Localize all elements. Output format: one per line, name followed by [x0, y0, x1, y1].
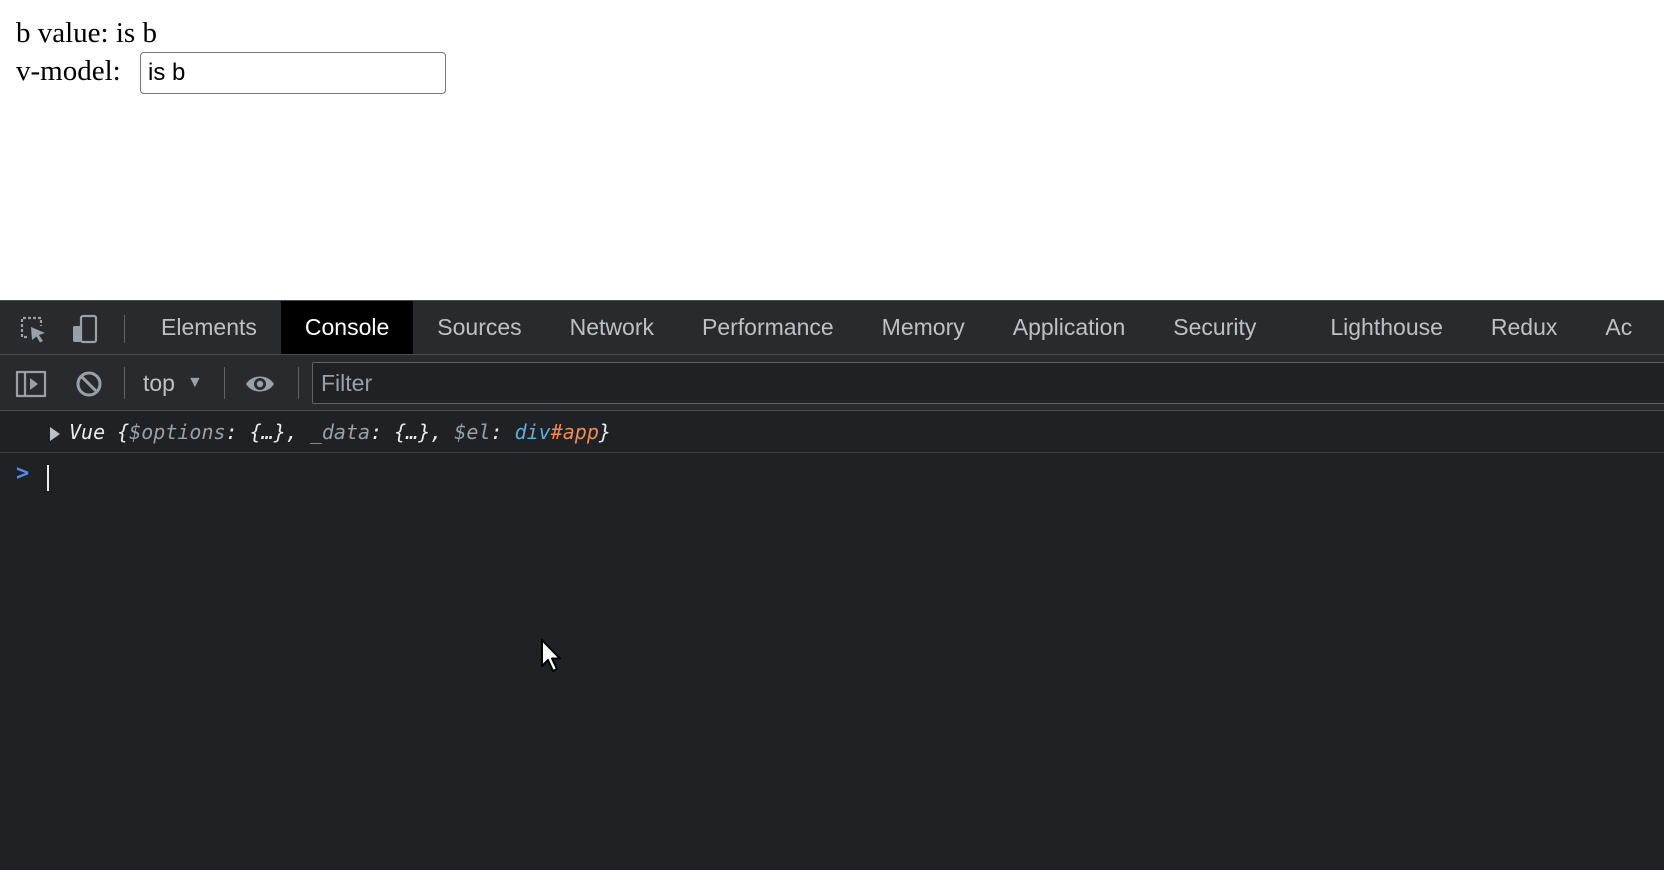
log-brace-open: {: [117, 420, 130, 444]
toolbar-divider: [124, 367, 125, 399]
devtools-tabs: Elements Console Sources Network Perform…: [137, 301, 1656, 354]
log-element-tag[interactable]: div: [515, 420, 551, 444]
log-key-el: $el: [454, 420, 491, 444]
console-log-entry[interactable]: Vue {$options: {…}, _data: {…}, $el: div…: [0, 411, 1664, 453]
tab-sources[interactable]: Sources: [413, 301, 545, 354]
tab-memory[interactable]: Memory: [858, 301, 989, 354]
tab-performance[interactable]: Performance: [678, 301, 858, 354]
console-prompt[interactable]: >: [0, 455, 1664, 495]
clear-console-icon[interactable]: [73, 368, 105, 400]
expand-triangle-icon[interactable]: [50, 427, 60, 441]
inspect-element-icon[interactable]: [17, 313, 49, 345]
tab-console[interactable]: Console: [280, 301, 414, 354]
text-caret: [47, 465, 49, 491]
log-key-data: _data: [309, 420, 371, 444]
vmodel-input[interactable]: [140, 52, 446, 94]
log-message[interactable]: Vue {$options: {…}, _data: {…}, $el: div…: [69, 420, 611, 444]
tab-elements[interactable]: Elements: [137, 301, 281, 354]
b-value-text: b value: is b: [16, 17, 157, 49]
log-colon: :: [490, 420, 515, 444]
log-value-data: : {…},: [370, 420, 455, 444]
console-sidebar-icon[interactable]: [15, 368, 47, 400]
tab-application[interactable]: Application: [989, 301, 1150, 354]
vmodel-label: v-model:: [16, 55, 121, 87]
prompt-chevron-icon: >: [16, 461, 30, 486]
log-element-id[interactable]: #app: [551, 420, 599, 444]
tab-redux[interactable]: Redux: [1467, 301, 1581, 354]
log-class-name: Vue: [69, 420, 118, 444]
live-expression-eye-icon[interactable]: [244, 368, 276, 400]
tab-security[interactable]: Security: [1149, 301, 1280, 354]
tab-truncated[interactable]: Ac: [1581, 301, 1656, 354]
log-key-options: $options: [129, 420, 226, 444]
device-toolbar-icon[interactable]: [69, 313, 101, 345]
context-selector[interactable]: top ▼: [143, 367, 203, 399]
page-viewport: b value: is b v-model:: [0, 0, 1664, 300]
dropdown-caret-icon: ▼: [186, 374, 203, 391]
console-output: Vue {$options: {…}, _data: {…}, $el: div…: [0, 411, 1664, 870]
toolbar-divider: [298, 367, 299, 399]
context-label: top: [143, 369, 175, 396]
toolbar-divider: [224, 367, 225, 399]
devtools-tabbar: Elements Console Sources Network Perform…: [0, 301, 1664, 355]
log-brace-close: }: [598, 420, 611, 444]
tab-lighthouse[interactable]: Lighthouse: [1306, 301, 1467, 354]
filter-input[interactable]: [312, 362, 1664, 404]
log-value-options: : {…},: [225, 420, 310, 444]
tabbar-divider: [124, 315, 125, 343]
mouse-pointer-icon: [541, 639, 561, 672]
devtools-panel: Elements Console Sources Network Perform…: [0, 300, 1664, 870]
tab-network[interactable]: Network: [546, 301, 678, 354]
console-toolbar: top ▼: [0, 355, 1664, 411]
